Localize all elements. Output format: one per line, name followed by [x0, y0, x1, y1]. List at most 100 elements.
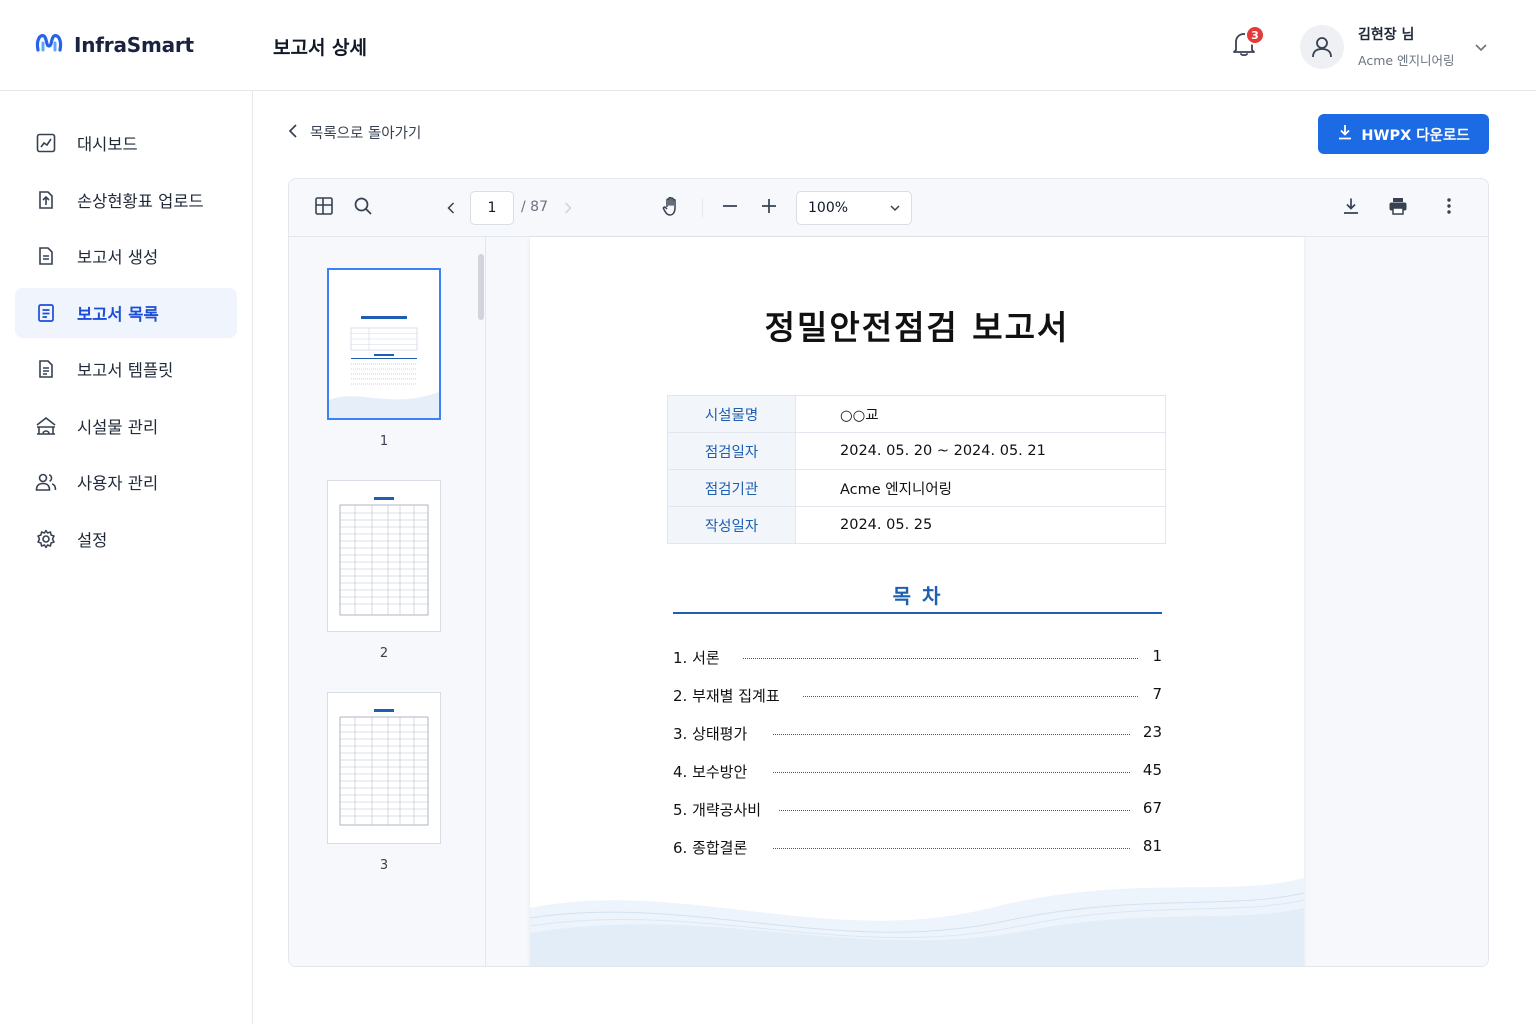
- back-label: 목록으로 돌아가기: [310, 126, 422, 142]
- download-label: HWPX 다운로드: [1361, 127, 1470, 144]
- sidebar-item-report-list[interactable]: 보고서 목록: [15, 288, 237, 338]
- toc-page: 7: [1152, 685, 1162, 703]
- user-organization: Acme 엔지니어링: [1358, 53, 1455, 68]
- toc-page: 23: [1142, 723, 1162, 741]
- sidebar-item-label: 보고서 목록: [77, 305, 159, 324]
- sidebar-item-users[interactable]: 사용자 관리: [15, 457, 237, 507]
- zoom-value: 100%: [808, 200, 849, 216]
- dashboard-icon: [35, 132, 57, 154]
- info-key: 점검일자: [667, 432, 796, 470]
- more-options-button[interactable]: [1435, 194, 1463, 222]
- download-icon: [1337, 124, 1353, 144]
- print-button[interactable]: [1384, 194, 1412, 222]
- minus-icon: [722, 198, 738, 218]
- zoom-select[interactable]: 100%: [796, 191, 912, 225]
- logo-icon: [34, 30, 64, 60]
- page-total: / 87: [521, 199, 548, 215]
- search-button[interactable]: [349, 194, 377, 222]
- layout-icon: [314, 196, 334, 220]
- toc-label: 5. 개략공사비: [673, 799, 770, 820]
- notification-badge: 3: [1245, 25, 1265, 45]
- toc-page: 1: [1152, 647, 1162, 665]
- info-key: 시설물명: [667, 395, 796, 433]
- user-menu[interactable]: 김현장 님 Acme 엔지니어링: [1300, 24, 1487, 69]
- toc-entry[interactable]: 3. 상태평가 23: [673, 723, 1162, 745]
- toc-entry[interactable]: 4. 보수방안 45: [673, 761, 1162, 783]
- toc-entry[interactable]: 1. 서론 1: [673, 647, 1162, 669]
- info-key: 점검기관: [667, 469, 796, 507]
- template-icon: [35, 358, 57, 380]
- sidebar-item-templates[interactable]: 보고서 템플릿: [15, 344, 237, 394]
- table-row: 점검기관 Acme 엔지니어링: [667, 469, 1166, 507]
- more-vertical-icon: [1446, 197, 1452, 219]
- toc-leader: [779, 810, 1130, 811]
- hwpx-download-button[interactable]: HWPX 다운로드: [1318, 114, 1489, 154]
- page-number-input[interactable]: 1: [470, 191, 514, 225]
- toc-label: 3. 상태평가: [673, 723, 756, 744]
- app-name: InfraSmart: [74, 33, 194, 57]
- info-value: ○○교: [795, 395, 1166, 433]
- upload-icon: [35, 189, 57, 211]
- sidebar-item-facilities[interactable]: 시설물 관리: [15, 401, 237, 451]
- sidebar-item-settings[interactable]: 설정: [15, 514, 237, 564]
- chevron-down-icon: [1474, 37, 1487, 56]
- user-name: 김현장 님: [1358, 27, 1415, 43]
- table-row: 작성일자 2024. 05. 25: [667, 506, 1166, 544]
- sidebar-item-label: 사용자 관리: [77, 474, 159, 493]
- gear-icon: [35, 528, 57, 550]
- toc-page: 67: [1142, 799, 1162, 817]
- search-icon: [353, 196, 373, 220]
- sidebar-item-upload[interactable]: 손상현황표 업로드: [15, 175, 237, 225]
- thumbnail-panel: 1 2 3: [289, 237, 486, 966]
- zoom-in-button[interactable]: [755, 194, 783, 222]
- download-file-button[interactable]: [1337, 194, 1365, 222]
- document-title: 정밀안전점검 보고서: [764, 308, 1070, 347]
- toc-divider: [673, 612, 1162, 614]
- thumbnail-page[interactable]: [327, 692, 441, 844]
- sidebar-item-create-report[interactable]: 보고서 생성: [15, 231, 237, 281]
- thumbnail-page[interactable]: [327, 268, 441, 420]
- facility-info-table: 시설물명 ○○교 점검일자 2024. 05. 20 ~ 2024. 05. 2…: [667, 395, 1166, 544]
- bridge-icon: [35, 415, 57, 437]
- toc-label: 1. 서론: [673, 647, 728, 668]
- toc-leader: [773, 772, 1130, 773]
- toc-title: 목 차: [892, 584, 943, 608]
- toolbar-divider: [702, 199, 703, 217]
- sidebar-item-label: 대시보드: [77, 135, 138, 154]
- pan-tool-button[interactable]: [658, 194, 686, 222]
- info-key: 작성일자: [667, 506, 796, 544]
- toc-entry[interactable]: 2. 부재별 집계표 7: [673, 685, 1162, 707]
- next-page-button[interactable]: [554, 194, 582, 222]
- thumbnail-page[interactable]: [327, 480, 441, 632]
- toc-page: 45: [1142, 761, 1162, 779]
- plus-icon: [761, 198, 777, 218]
- sidebar-toggle-button[interactable]: [310, 194, 338, 222]
- table-row: 시설물명 ○○교: [667, 395, 1166, 433]
- sidebar-item-dashboard[interactable]: 대시보드: [15, 118, 237, 168]
- document-page: 정밀안전점검 보고서 시설물명 ○○교 점검일자 2024. 05. 20 ~ …: [530, 237, 1304, 966]
- document-create-icon: [35, 245, 57, 267]
- document-list-icon: [35, 302, 57, 324]
- scrollbar[interactable]: [478, 254, 484, 320]
- toc-label: 2. 부재별 집계표: [673, 685, 788, 706]
- toc-entry[interactable]: 5. 개략공사비 67: [673, 799, 1162, 821]
- toc-leader: [773, 734, 1130, 735]
- pdf-viewer: 1 / 87 100% 1 2 3 정밀안전점검 보고서 시설물명 ○○교 점검…: [288, 178, 1489, 967]
- document-canvas[interactable]: 정밀안전점검 보고서 시설물명 ○○교 점검일자 2024. 05. 20 ~ …: [487, 237, 1488, 966]
- toc-leader: [743, 658, 1138, 659]
- sidebar-item-label: 시설물 관리: [77, 418, 159, 437]
- prev-page-button[interactable]: [437, 194, 465, 222]
- app-logo[interactable]: InfraSmart: [34, 30, 194, 60]
- chevron-left-icon: [447, 199, 455, 218]
- avatar: [1300, 24, 1344, 69]
- top-header: InfraSmart 보고서 상세 3 김현장 님 Acme 엔지니어링: [0, 0, 1536, 91]
- toc-leader: [803, 696, 1138, 697]
- decorative-wave: [530, 878, 1304, 966]
- sidebar-item-label: 설정: [77, 531, 108, 550]
- hand-icon: [661, 195, 683, 221]
- sidebar-item-label: 손상현황표 업로드: [77, 192, 204, 211]
- thumbnail-page-number: 1: [379, 434, 389, 449]
- back-to-list-link[interactable]: 목록으로 돌아가기: [288, 122, 421, 143]
- chevron-right-icon: [564, 199, 572, 218]
- zoom-out-button[interactable]: [716, 194, 744, 222]
